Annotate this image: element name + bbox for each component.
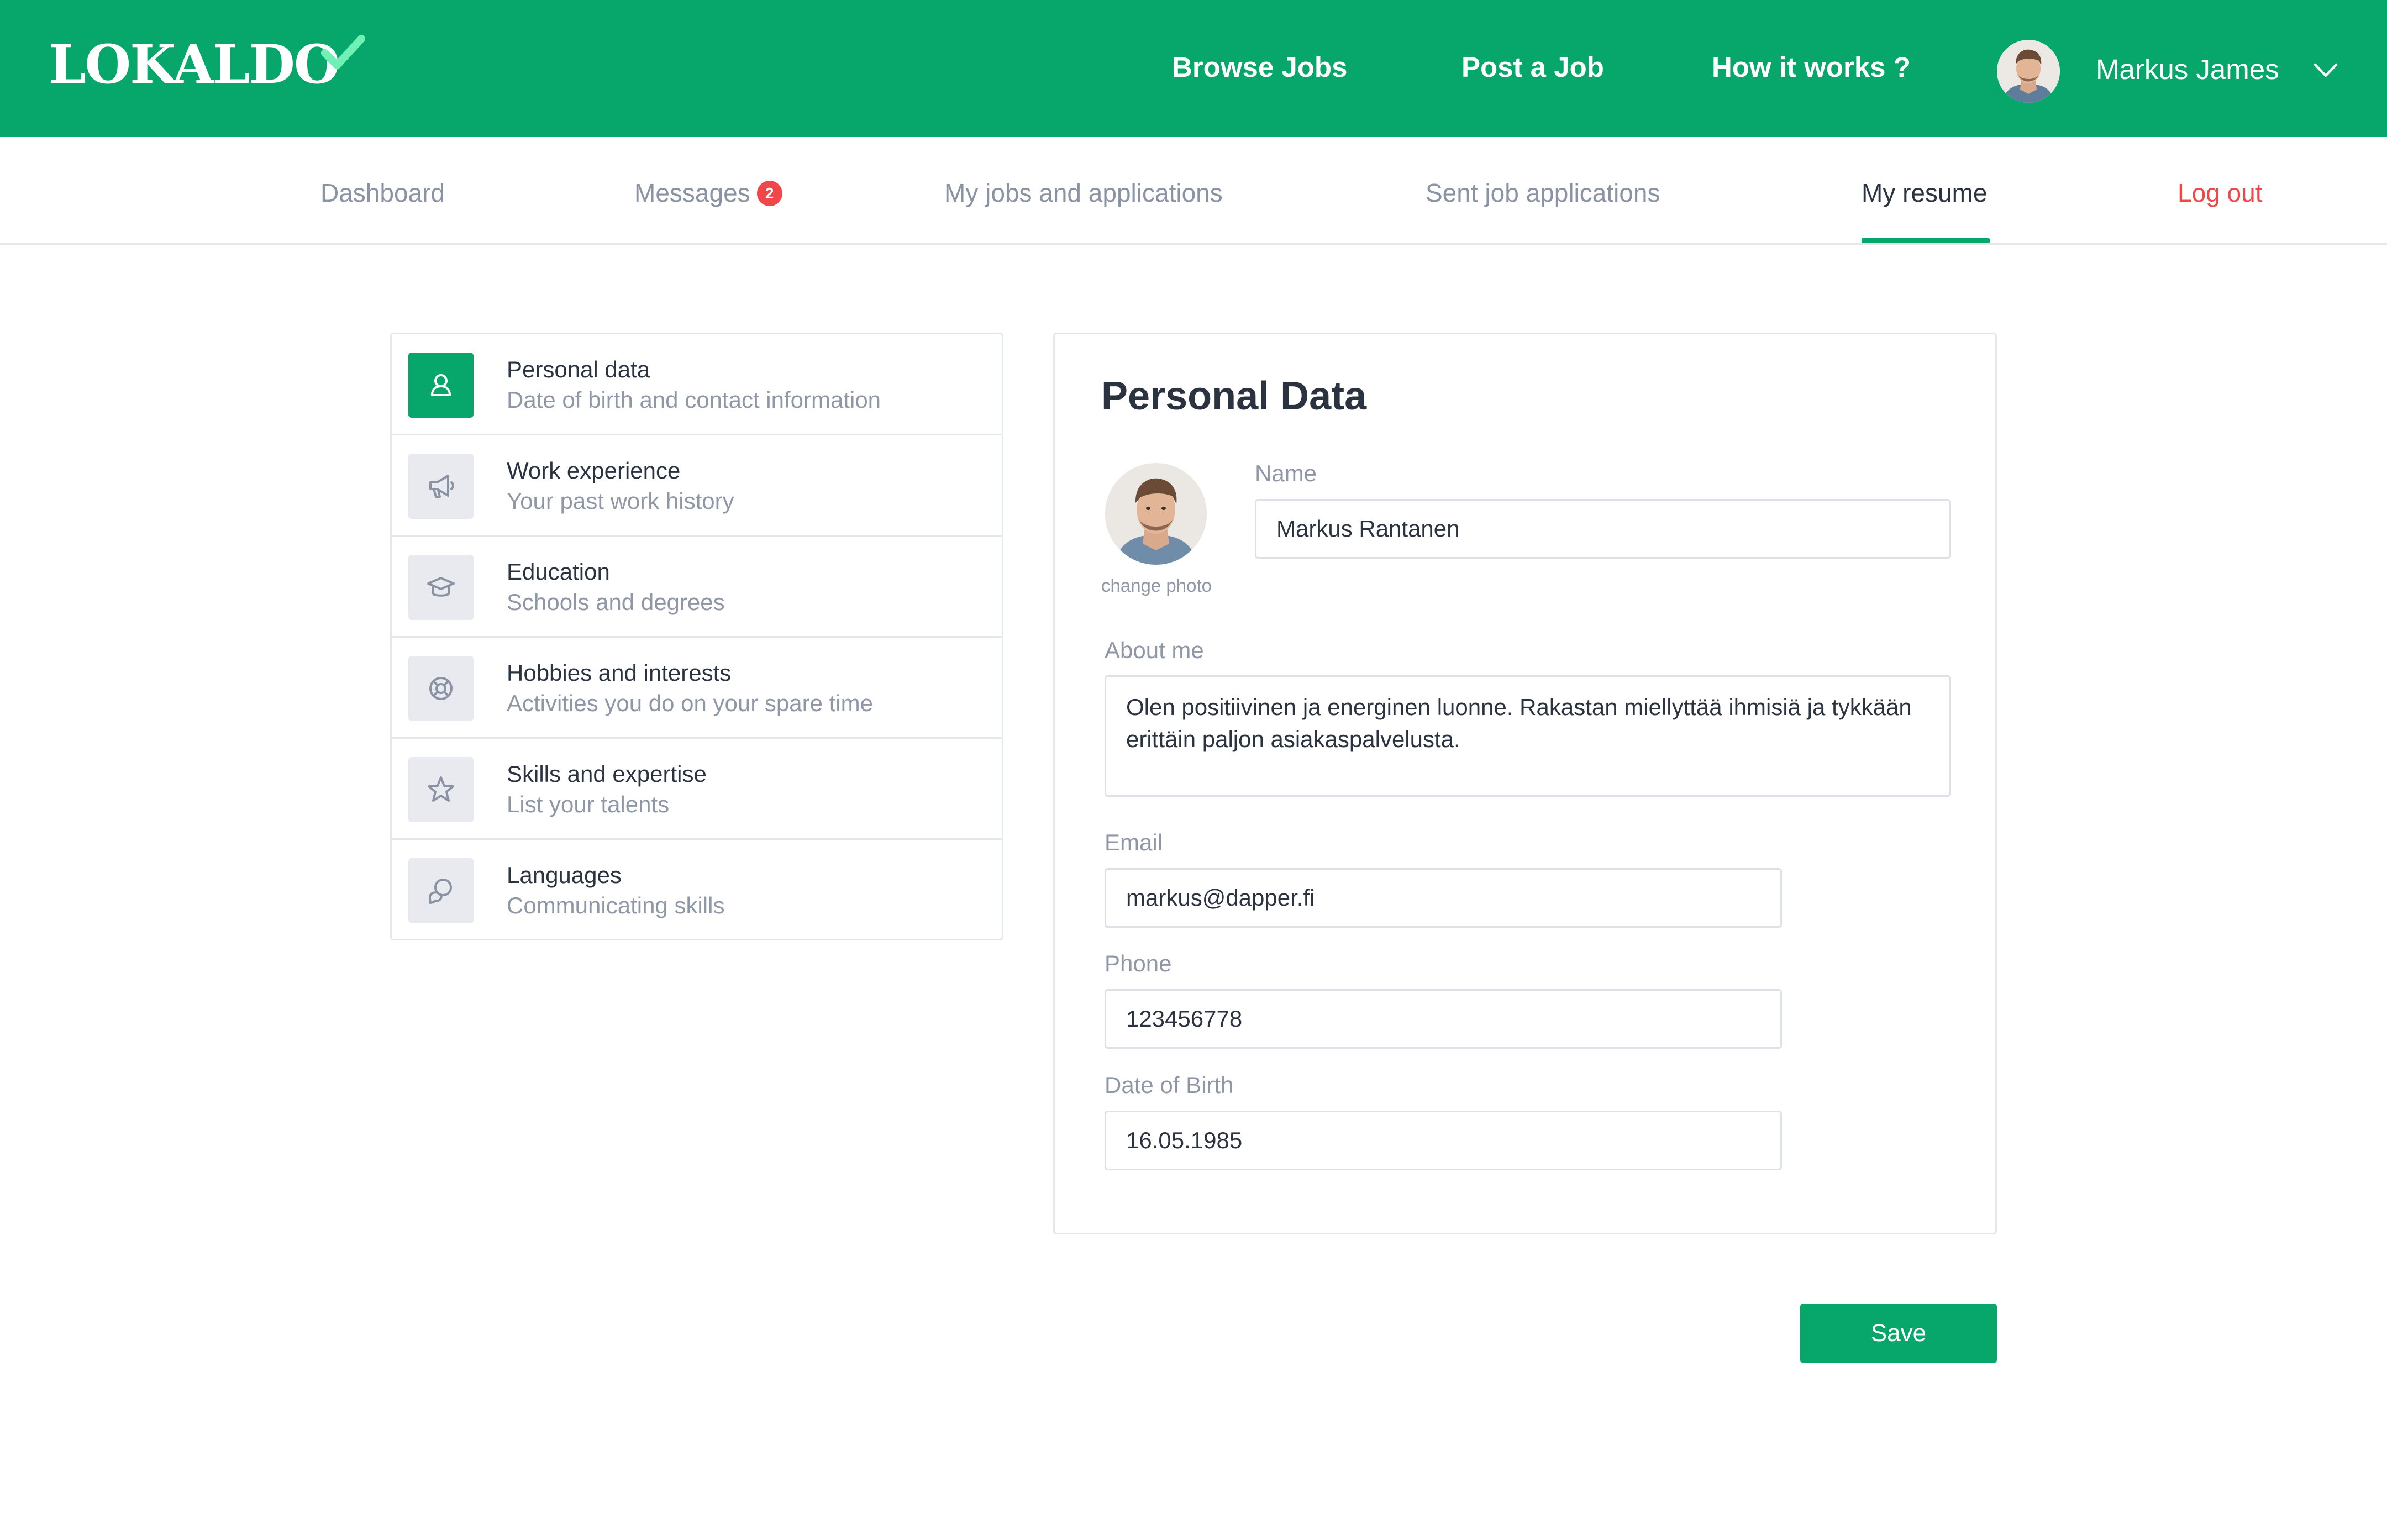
resume-sections-menu: Personal data Date of birth and contact …: [390, 333, 1003, 940]
section-personal-data[interactable]: Personal data Date of birth and contact …: [392, 334, 1002, 435]
section-title: Hobbies and interests: [507, 660, 732, 686]
messages-count-badge: 2: [756, 181, 782, 206]
tab-messages-label: Messages: [634, 178, 750, 207]
section-subtitle: Date of birth and contact information: [507, 387, 881, 413]
nav-post-a-job[interactable]: Post a Job: [1461, 50, 1604, 85]
lokaldo-logo[interactable]: LOKALDO: [49, 34, 365, 95]
profile-photo[interactable]: [1105, 463, 1207, 565]
email-field[interactable]: [1105, 868, 1782, 928]
section-title: Skills and expertise: [507, 761, 707, 787]
nav-how-it-works[interactable]: How it works ?: [1712, 50, 1911, 85]
about-me-label: About me: [1105, 637, 1204, 663]
section-subtitle: Activities you do on your spare time: [507, 690, 873, 716]
name-field[interactable]: [1255, 499, 1951, 559]
email-label: Email: [1105, 829, 1163, 855]
logo-text: LOKALDO: [49, 33, 340, 96]
section-title: Work experience: [507, 458, 681, 483]
section-subtitle: List your talents: [507, 791, 670, 817]
section-title: Education: [507, 559, 610, 585]
tab-dashboard[interactable]: Dashboard: [320, 177, 445, 209]
person-icon: [408, 353, 474, 418]
section-hobbies-and-interests[interactable]: Hobbies and interests Activities you do …: [392, 638, 1002, 739]
phone-label: Phone: [1105, 950, 1172, 976]
save-button[interactable]: Save: [1800, 1304, 1997, 1363]
section-title: Personal data: [507, 356, 650, 382]
logo-check-icon: [320, 35, 365, 69]
account-tabs: Dashboard Messages 2 My jobs and applicat…: [0, 137, 2387, 245]
logout-link[interactable]: Log out: [2178, 177, 2262, 209]
section-languages[interactable]: Languages Communicating skills: [392, 840, 1002, 941]
name-label: Name: [1255, 460, 1317, 486]
section-work-experience[interactable]: Work experience Your past work history: [392, 435, 1002, 537]
user-name[interactable]: Markus James: [2096, 52, 2279, 87]
chevron-down-icon[interactable]: [2313, 62, 2338, 78]
tab-messages[interactable]: Messages 2: [634, 177, 782, 209]
lifebuoy-icon: [408, 656, 474, 721]
date-of-birth-label: Date of Birth: [1105, 1072, 1234, 1098]
phone-field[interactable]: [1105, 989, 1782, 1049]
megaphone-icon: [408, 454, 474, 519]
section-education[interactable]: Education Schools and degrees: [392, 537, 1002, 638]
user-avatar[interactable]: [1997, 40, 2060, 103]
section-subtitle: Your past work history: [507, 488, 734, 514]
top-navigation-bar: LOKALDO Browse Jobs Post a Job How it wo…: [0, 0, 2387, 137]
profile-portrait-icon: [1105, 463, 1207, 565]
tab-my-jobs-and-applications[interactable]: My jobs and applications: [944, 177, 1223, 209]
date-of-birth-field[interactable]: [1105, 1111, 1782, 1170]
graduation-cap-icon: [408, 555, 474, 620]
personal-data-card: Personal Data change photo Name About me…: [1053, 333, 1997, 1234]
section-title: Languages: [507, 862, 622, 888]
star-icon: [408, 757, 474, 822]
change-photo-link[interactable]: change photo: [1101, 574, 1212, 597]
chat-bubbles-icon: [408, 858, 474, 923]
section-subtitle: Schools and degrees: [507, 589, 725, 615]
avatar-portrait-icon: [1997, 40, 2060, 103]
section-subtitle: Communicating skills: [507, 892, 725, 918]
section-skills-and-expertise[interactable]: Skills and expertise List your talents: [392, 739, 1002, 840]
tab-my-resume[interactable]: My resume: [1862, 177, 1987, 209]
card-title: Personal Data: [1101, 374, 1367, 418]
nav-browse-jobs[interactable]: Browse Jobs: [1172, 50, 1347, 85]
active-tab-indicator: [1862, 238, 1990, 243]
about-me-field[interactable]: Olen positiivinen ja energinen luonne. R…: [1105, 675, 1951, 797]
tab-sent-job-applications[interactable]: Sent job applications: [1426, 177, 1660, 209]
